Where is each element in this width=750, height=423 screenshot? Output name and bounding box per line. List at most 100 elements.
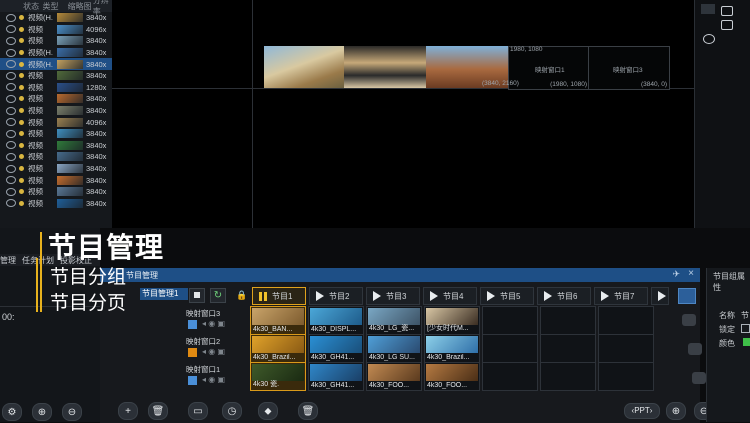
media-row[interactable]: 视频 3840x <box>0 70 112 82</box>
empty-cell[interactable] <box>482 334 538 363</box>
program-cell[interactable]: 4k30_LG_瓷... <box>366 306 422 335</box>
lock-icon[interactable]: 🔒 <box>236 290 247 301</box>
visibility-eye-icon[interactable] <box>6 13 16 22</box>
program-tab-4[interactable]: 节目4 <box>423 287 477 305</box>
media-row[interactable]: 视频(H. 3840x <box>0 12 112 24</box>
clock-icon[interactable]: ◷ <box>222 402 242 420</box>
program-cell[interactable]: 4k30_GH41... <box>308 362 364 391</box>
grid-view-button[interactable] <box>678 288 696 304</box>
pin-icon[interactable]: ✈ <box>672 269 680 280</box>
media-row[interactable]: 视频 4096x <box>0 116 112 128</box>
media-row[interactable]: 视频(H. 3840x <box>0 58 112 70</box>
prop-color-swatch[interactable] <box>743 338 750 346</box>
program-tab-1[interactable]: 节目1 <box>252 287 306 305</box>
layer-label[interactable]: 映射窗口2 <box>186 336 220 347</box>
layer-label[interactable]: 映射窗口1 <box>186 364 220 375</box>
window-icon[interactable]: ▭ <box>188 402 208 420</box>
layer-color-swatch[interactable] <box>188 320 197 329</box>
media-row[interactable]: 视频(H. 3840x <box>0 47 112 59</box>
program-tab-2[interactable]: 节目2 <box>309 287 363 305</box>
tag-icon[interactable]: ⬥ <box>258 402 278 420</box>
layer-label[interactable]: 映射窗口3 <box>186 308 220 319</box>
zoom-in-icon-2[interactable]: ⊕ <box>666 402 686 420</box>
header-type[interactable]: 类型 <box>42 1 67 12</box>
program-tab-more[interactable] <box>651 287 669 305</box>
media-row[interactable]: 视频 3840x <box>0 128 112 140</box>
program-cell[interactable]: 4k30_GH41... <box>308 334 364 363</box>
program-cell[interactable]: 4k30 瓷. <box>250 362 306 391</box>
row-action-button-2[interactable] <box>688 343 702 355</box>
empty-cell[interactable] <box>598 362 654 391</box>
delete-button[interactable]: 🗑 <box>148 402 168 420</box>
program-cell[interactable]: 4k30_DISPL... <box>308 306 364 335</box>
program-group-tab[interactable]: 节目管理1 <box>140 288 188 300</box>
visibility-eye-icon[interactable] <box>6 129 16 138</box>
empty-cell[interactable] <box>482 306 538 335</box>
layer-controls-icon[interactable]: ◂ ◉ ▣ <box>202 319 225 328</box>
empty-cell[interactable] <box>540 306 596 335</box>
preview-canvas[interactable]: 映射窗口1 (1980, 1080) 映射窗口3 (3840, 0) 1980,… <box>112 0 694 228</box>
layer-color-swatch[interactable] <box>188 376 197 385</box>
layer-color-swatch[interactable] <box>188 348 197 357</box>
ppt-button[interactable]: ‹PPT› <box>624 403 660 419</box>
program-cell[interactable]: 4k30_BAN... <box>250 306 306 335</box>
visibility-eye-icon[interactable] <box>6 141 16 150</box>
display-icon[interactable] <box>721 20 733 30</box>
empty-cell[interactable] <box>540 334 596 363</box>
header-status[interactable]: 状态 <box>23 1 42 12</box>
visibility-eye-icon[interactable] <box>6 60 16 69</box>
program-cell[interactable]: 4k30_FOO... <box>424 362 480 391</box>
program-cell[interactable]: 4k30_Brazil... <box>424 334 480 363</box>
program-tab-7[interactable]: 节目7 <box>594 287 648 305</box>
prop-name-value[interactable]: 节 <box>741 310 749 321</box>
visibility-eye-icon[interactable] <box>6 176 16 185</box>
close-icon[interactable]: × <box>688 268 694 279</box>
media-row[interactable]: 视频 3840x <box>0 35 112 47</box>
media-row[interactable]: 视频 3840x <box>0 163 112 175</box>
media-row[interactable]: 视频 3840x <box>0 105 112 117</box>
settings-icon[interactable]: ⚙ <box>2 403 22 421</box>
visibility-eye-icon[interactable] <box>6 25 16 34</box>
program-cell[interactable]: 4k30_FOO... <box>366 362 422 391</box>
visibility-eye-icon[interactable] <box>6 106 16 115</box>
media-row[interactable]: 视频 3840x <box>0 186 112 198</box>
layer-controls-icon[interactable]: ◂ ◉ ▣ <box>202 375 225 384</box>
media-row[interactable]: 视频 3840x <box>0 140 112 152</box>
visibility-eye-icon[interactable] <box>6 83 16 92</box>
program-tab-5[interactable]: 节目5 <box>480 287 534 305</box>
media-row[interactable]: 视频 4096x <box>0 24 112 36</box>
program-tab-6[interactable]: 节目6 <box>537 287 591 305</box>
visibility-eye-icon[interactable] <box>6 199 16 208</box>
visibility-eye-icon[interactable] <box>6 48 16 57</box>
monitor-icon[interactable] <box>721 6 733 16</box>
zoom-in-icon[interactable]: ⊕ <box>32 403 52 421</box>
program-cell[interactable]: 4k30_LG SU... <box>366 334 422 363</box>
empty-cell[interactable] <box>598 306 654 335</box>
add-button[interactable]: + <box>118 402 138 420</box>
media-row[interactable]: 视频 3840x <box>0 174 112 186</box>
media-row[interactable]: 视频 1280x <box>0 82 112 94</box>
visibility-eye-icon[interactable] <box>6 187 16 196</box>
program-cell[interactable]: 4k30_Brazil... <box>250 334 306 363</box>
media-row[interactable]: 视频 3840x <box>0 93 112 105</box>
visibility-eye-icon[interactable] <box>6 36 16 45</box>
empty-cell[interactable] <box>540 362 596 391</box>
program-tab-3[interactable]: 节目3 <box>366 287 420 305</box>
tab-manage[interactable]: 管理 <box>0 255 16 266</box>
layer-controls-icon[interactable]: ◂ ◉ ▣ <box>202 347 225 356</box>
record-icon[interactable] <box>703 34 715 44</box>
visibility-eye-icon[interactable] <box>6 152 16 161</box>
visibility-eye-icon[interactable] <box>6 164 16 173</box>
empty-cell[interactable] <box>482 362 538 391</box>
media-row[interactable]: 视频 3840x <box>0 198 112 210</box>
visibility-eye-icon[interactable] <box>6 118 16 127</box>
program-cell[interactable]: [少女时代M... <box>424 306 480 335</box>
media-row[interactable]: 视频 3840x <box>0 151 112 163</box>
trash-icon[interactable]: 🗑 <box>298 402 318 420</box>
loop-button[interactable]: ↻ <box>210 288 226 303</box>
visibility-eye-icon[interactable] <box>6 71 16 80</box>
prop-lock-checkbox[interactable] <box>741 324 750 333</box>
zoom-out-icon[interactable]: ⊖ <box>62 403 82 421</box>
row-action-button-3[interactable] <box>692 372 706 384</box>
row-action-button-1[interactable] <box>682 314 696 326</box>
